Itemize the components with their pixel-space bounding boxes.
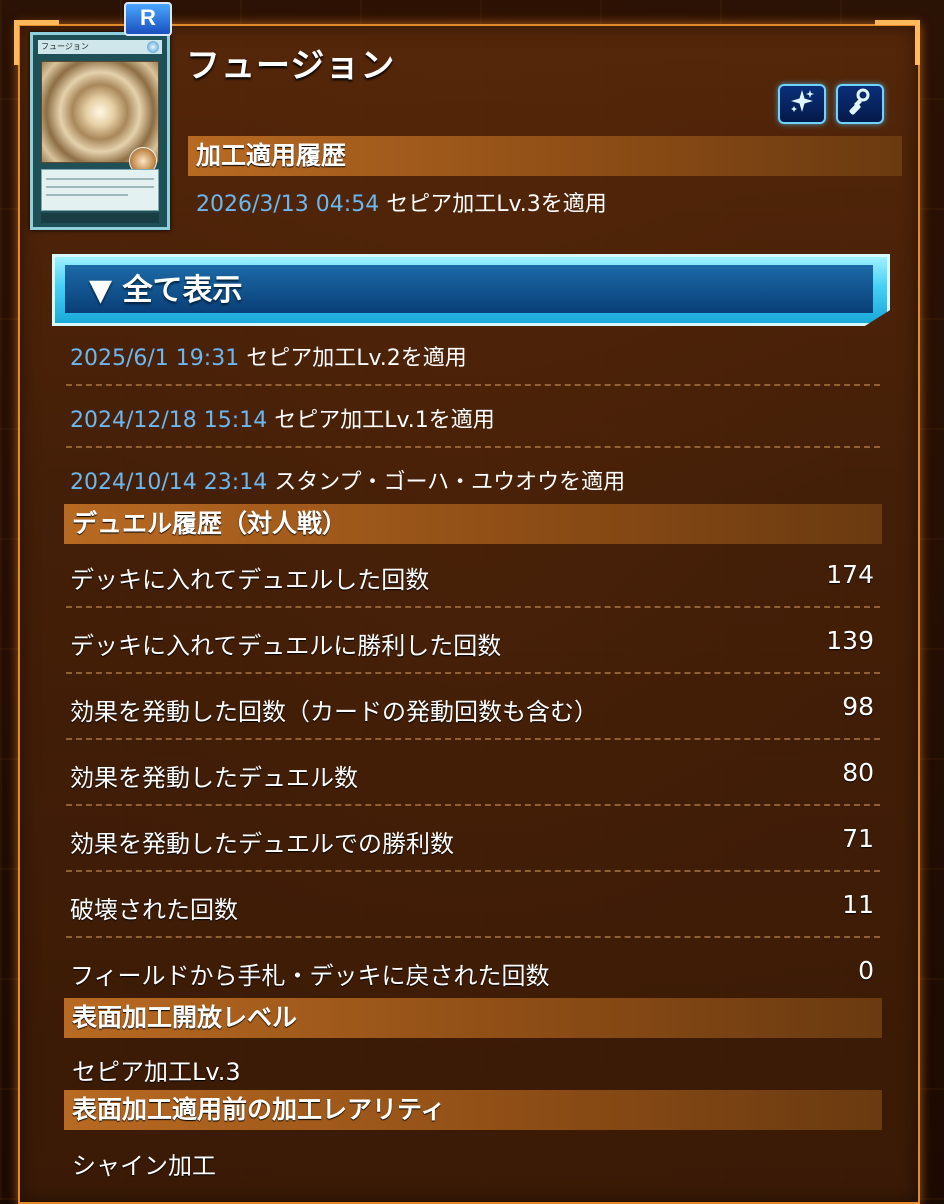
stat-row: デッキに入れてデュエルした回数 174 — [70, 560, 874, 600]
surface-level-value: セピア加工Lv.3 — [72, 1058, 241, 1086]
card-thumbnail[interactable]: フュージョン — [30, 32, 170, 230]
surface-level-header: 表面加工開放レベル — [64, 998, 882, 1038]
panel-corner-decoration — [875, 20, 920, 65]
latest-history-item: 2026/3/13 04:54 セピア加工Lv.3を適用 — [196, 186, 607, 218]
history-item: 2025/6/1 19:31 セピア加工Lv.2を適用 — [70, 340, 467, 372]
stat-row: 破壊された回数 11 — [70, 890, 874, 930]
show-all-label: ▼ 全て表示 — [89, 273, 243, 308]
stat-row: フィールドから手札・デッキに戻された回数 0 — [70, 956, 874, 996]
show-all-button[interactable]: ▼ 全て表示 — [52, 254, 890, 326]
history-text: セピア加工Lv.3を適用 — [386, 192, 607, 217]
original-rarity-header: 表面加工適用前の加工レアリティ — [64, 1090, 882, 1130]
card-text-box — [41, 169, 159, 211]
stat-label: デッキに入れてデュエルした回数 — [70, 566, 430, 594]
history-text: スタンプ・ゴーハ・ユウオウを適用 — [274, 470, 626, 495]
stat-label: 破壊された回数 — [70, 896, 238, 924]
history-timestamp: 2025/6/1 19:31 — [70, 346, 240, 371]
stat-label: 効果を発動したデュエル数 — [70, 764, 358, 792]
stat-row: 効果を発動したデュエルでの勝利数 71 — [70, 824, 874, 864]
history-timestamp: 2026/3/13 04:54 — [196, 192, 380, 217]
stat-label: 効果を発動したデュエルでの勝利数 — [70, 830, 454, 858]
stat-value: 11 — [842, 890, 874, 919]
sparkle-icon — [788, 87, 816, 121]
spell-attribute-icon — [147, 41, 159, 53]
duel-history-header: デュエル履歴（対人戦） — [64, 504, 882, 544]
divider — [66, 804, 880, 806]
stat-label: 効果を発動した回数（カードの発動回数も含む） — [70, 698, 598, 726]
stat-value: 98 — [842, 692, 874, 721]
stat-row: 効果を発動したデュエル数 80 — [70, 758, 874, 798]
divider — [66, 606, 880, 608]
stat-value: 174 — [826, 560, 874, 589]
stamp-icon — [846, 87, 874, 121]
stat-value: 71 — [842, 824, 874, 853]
rarity-badge: R — [124, 2, 172, 36]
card-thumb-name: フュージョン — [38, 40, 162, 54]
stat-value: 80 — [842, 758, 874, 787]
stamp-button[interactable] — [836, 84, 884, 124]
stat-label: デッキに入れてデュエルに勝利した回数 — [70, 632, 502, 660]
history-item: 2024/12/18 15:14 セピア加工Lv.1を適用 — [70, 402, 495, 434]
divider — [66, 672, 880, 674]
stat-row: デッキに入れてデュエルに勝利した回数 139 — [70, 626, 874, 666]
divider — [66, 936, 880, 938]
stat-row: 効果を発動した回数（カードの発動回数も含む） 98 — [70, 692, 874, 732]
stat-label: フィールドから手札・デッキに戻された回数 — [70, 962, 550, 990]
history-text: セピア加工Lv.2を適用 — [246, 346, 467, 371]
sparkle-effect-button[interactable] — [778, 84, 826, 124]
stat-value: 139 — [826, 626, 874, 655]
divider — [66, 870, 880, 872]
history-text: セピア加工Lv.1を適用 — [274, 408, 495, 433]
processing-history-header: 加工適用履歴 — [188, 136, 902, 176]
stat-value: 0 — [858, 956, 874, 985]
history-item: 2024/10/14 23:14 スタンプ・ゴーハ・ユウオウを適用 — [70, 464, 625, 496]
divider — [66, 384, 880, 386]
original-rarity-value: シャイン加工 — [72, 1152, 216, 1180]
divider — [66, 738, 880, 740]
divider — [66, 446, 880, 448]
history-timestamp: 2024/12/18 15:14 — [70, 408, 268, 433]
history-timestamp: 2024/10/14 23:14 — [70, 470, 268, 495]
card-title: フュージョン — [186, 46, 396, 86]
card-footer — [41, 213, 159, 223]
